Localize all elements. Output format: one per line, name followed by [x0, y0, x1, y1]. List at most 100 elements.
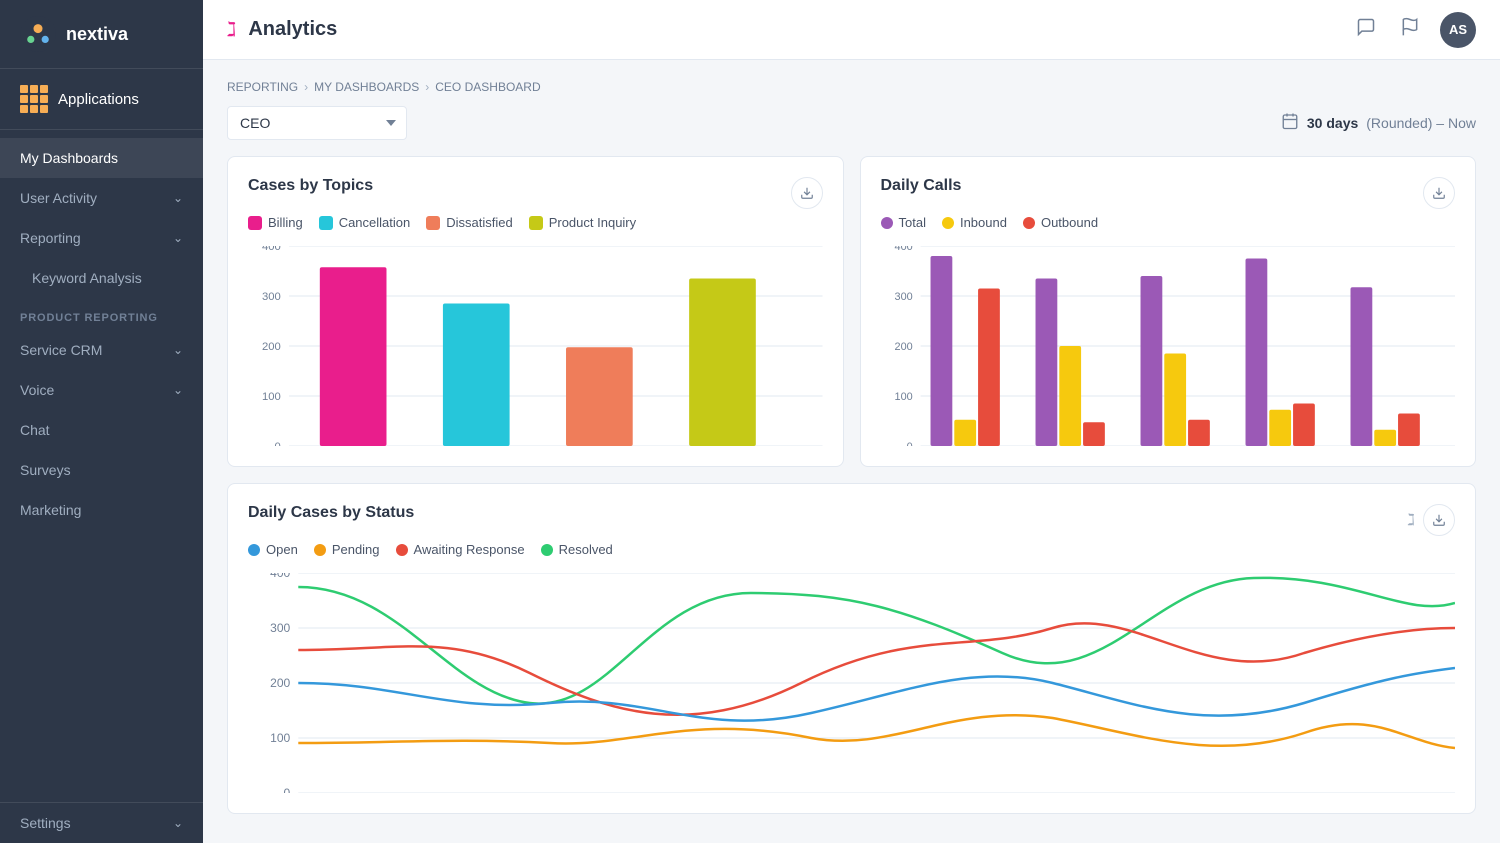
- header-right: AS: [1352, 12, 1476, 48]
- main-content: ℷ Analytics AS REPORTING › MY DASHBOARDS…: [203, 0, 1500, 843]
- svg-text:0: 0: [906, 441, 912, 446]
- chevron-icon: ⌄: [173, 816, 183, 830]
- sidebar-item-settings[interactable]: Settings ⌄: [0, 803, 203, 843]
- calls-chart-actions: [1423, 177, 1455, 209]
- calls-download-button[interactable]: [1423, 177, 1455, 209]
- legend-dot-awaiting: [396, 544, 408, 556]
- legend-dot-resolved: [541, 544, 553, 556]
- cases-by-topics-title: Cases by Topics: [248, 177, 373, 195]
- svg-text:300: 300: [270, 621, 290, 635]
- legend-resolved: Resolved: [541, 542, 613, 557]
- sidebar-item-chat[interactable]: Chat: [0, 410, 203, 450]
- sidebar-item-reporting[interactable]: Reporting ⌄: [0, 218, 203, 258]
- legend-dot-billing: [248, 216, 262, 230]
- sidebar-item-marketing[interactable]: Marketing: [0, 490, 203, 530]
- logo-area: nextiva: [0, 0, 203, 69]
- svg-text:100: 100: [262, 391, 281, 403]
- breadcrumb: REPORTING › MY DASHBOARDS › CEO DASHBOAR…: [227, 80, 1476, 94]
- legend-dot-outbound: [1023, 217, 1035, 229]
- cases-download-button[interactable]: [791, 177, 823, 209]
- cases-chart-svg: 400 300 200 100 0 Billing Cancellation: [248, 246, 823, 446]
- sidebar-item-voice[interactable]: Voice ⌄: [0, 370, 203, 410]
- cases-chart-actions: [791, 177, 823, 209]
- sidebar-item-my-dashboards[interactable]: My Dashboards: [0, 138, 203, 178]
- svg-text:200: 200: [270, 676, 290, 690]
- legend-inbound: Inbound: [942, 215, 1007, 230]
- daily-cases-download-button[interactable]: [1423, 504, 1455, 536]
- svg-text:200: 200: [262, 341, 281, 353]
- analytics-icon: ℷ: [227, 17, 236, 42]
- svg-text:400: 400: [894, 246, 912, 253]
- line-chart-icon: ℷ: [1408, 510, 1415, 530]
- sidebar-nav: My Dashboards User Activity ⌄ Reporting …: [0, 130, 203, 802]
- chart-header-calls: Daily Calls: [881, 177, 1456, 209]
- daily-cases-title: Daily Cases by Status: [248, 504, 414, 522]
- svg-text:400: 400: [270, 573, 290, 580]
- legend-dot-cancellation: [319, 216, 333, 230]
- legend-total: Total: [881, 215, 926, 230]
- chevron-icon: ⌄: [173, 343, 183, 357]
- calls-legend: Total Inbound Outbound: [881, 215, 1456, 230]
- cases-bar-chart: 400 300 200 100 0 Billing Cancellation: [248, 246, 823, 446]
- date-range-value: 30 days: [1307, 115, 1358, 131]
- sidebar-item-surveys[interactable]: Surveys: [0, 450, 203, 490]
- legend-dot-dissatisfied: [426, 216, 440, 230]
- apps-grid-icon: [20, 85, 48, 113]
- date-range: 30 days (Rounded) – Now: [1281, 112, 1476, 135]
- sidebar-item-user-activity[interactable]: User Activity ⌄: [0, 178, 203, 218]
- header-left: ℷ Analytics: [227, 17, 337, 42]
- calendar-icon: [1281, 112, 1299, 135]
- applications-label: Applications: [58, 91, 139, 108]
- legend-dot-total: [881, 217, 893, 229]
- app-header: ℷ Analytics AS: [203, 0, 1500, 60]
- calls-chart-svg: 400 300 200 100 0 Monday: [881, 246, 1456, 446]
- svg-text:0: 0: [284, 786, 291, 793]
- avatar[interactable]: AS: [1440, 12, 1476, 48]
- legend-dot-inbound: [942, 217, 954, 229]
- product-reporting-section-header: PRODUCT REPORTING: [0, 298, 203, 330]
- logo-text: nextiva: [66, 24, 128, 45]
- breadcrumb-my-dashboards[interactable]: MY DASHBOARDS: [314, 80, 419, 94]
- content-area: REPORTING › MY DASHBOARDS › CEO DASHBOAR…: [203, 60, 1500, 843]
- cases-status-actions: ℷ: [1408, 504, 1455, 536]
- page-title: Analytics: [248, 18, 337, 41]
- dashboard-select[interactable]: CEO: [227, 106, 407, 140]
- breadcrumb-reporting[interactable]: REPORTING: [227, 80, 298, 94]
- cases-legend: Billing Cancellation Dissatisfied Produc…: [248, 215, 823, 230]
- daily-cases-line-chart: 400 300 200 100 0 Monday Tuesday: [248, 573, 1455, 793]
- svg-text:400: 400: [262, 246, 281, 253]
- calls-bar-chart: 400 300 200 100 0 Monday: [881, 246, 1456, 446]
- legend-dot-product-inquiry: [529, 216, 543, 230]
- svg-text:100: 100: [270, 731, 290, 745]
- breadcrumb-ceo-dashboard: CEO DASHBOARD: [435, 80, 540, 94]
- legend-dot-open: [248, 544, 260, 556]
- nextiva-logo-icon: [20, 16, 56, 52]
- legend-cancellation: Cancellation: [319, 215, 411, 230]
- legend-dissatisfied: Dissatisfied: [426, 215, 512, 230]
- legend-pending: Pending: [314, 542, 380, 557]
- legend-dot-pending: [314, 544, 326, 556]
- sidebar-item-keyword-analysis[interactable]: Keyword Analysis: [0, 258, 203, 298]
- daily-cases-card: Daily Cases by Status ℷ Open Pending: [227, 483, 1476, 814]
- applications-menu[interactable]: Applications: [0, 69, 203, 130]
- sidebar-footer: Settings ⌄: [0, 802, 203, 843]
- sidebar: nextiva Applications My Dashboards User …: [0, 0, 203, 843]
- chat-button[interactable]: [1352, 13, 1380, 46]
- chart-header-cases-status: Daily Cases by Status ℷ: [248, 504, 1455, 536]
- date-range-suffix: (Rounded) – Now: [1366, 115, 1476, 131]
- chevron-icon: ⌄: [173, 191, 183, 205]
- svg-text:300: 300: [894, 291, 912, 303]
- chevron-icon: ⌄: [173, 231, 183, 245]
- svg-text:100: 100: [894, 391, 912, 403]
- daily-calls-card: Daily Calls Total Inbound: [860, 156, 1477, 467]
- legend-outbound: Outbound: [1023, 215, 1098, 230]
- svg-text:300: 300: [262, 291, 281, 303]
- legend-billing: Billing: [248, 215, 303, 230]
- svg-text:0: 0: [275, 441, 281, 446]
- chevron-icon: ⌄: [173, 383, 183, 397]
- sidebar-item-service-crm[interactable]: Service CRM ⌄: [0, 330, 203, 370]
- daily-cases-legend: Open Pending Awaiting Response Resolved: [248, 542, 1455, 557]
- cases-by-topics-card: Cases by Topics Billing Cancellation: [227, 156, 844, 467]
- flag-button[interactable]: [1396, 13, 1424, 46]
- chart-header-cases: Cases by Topics: [248, 177, 823, 209]
